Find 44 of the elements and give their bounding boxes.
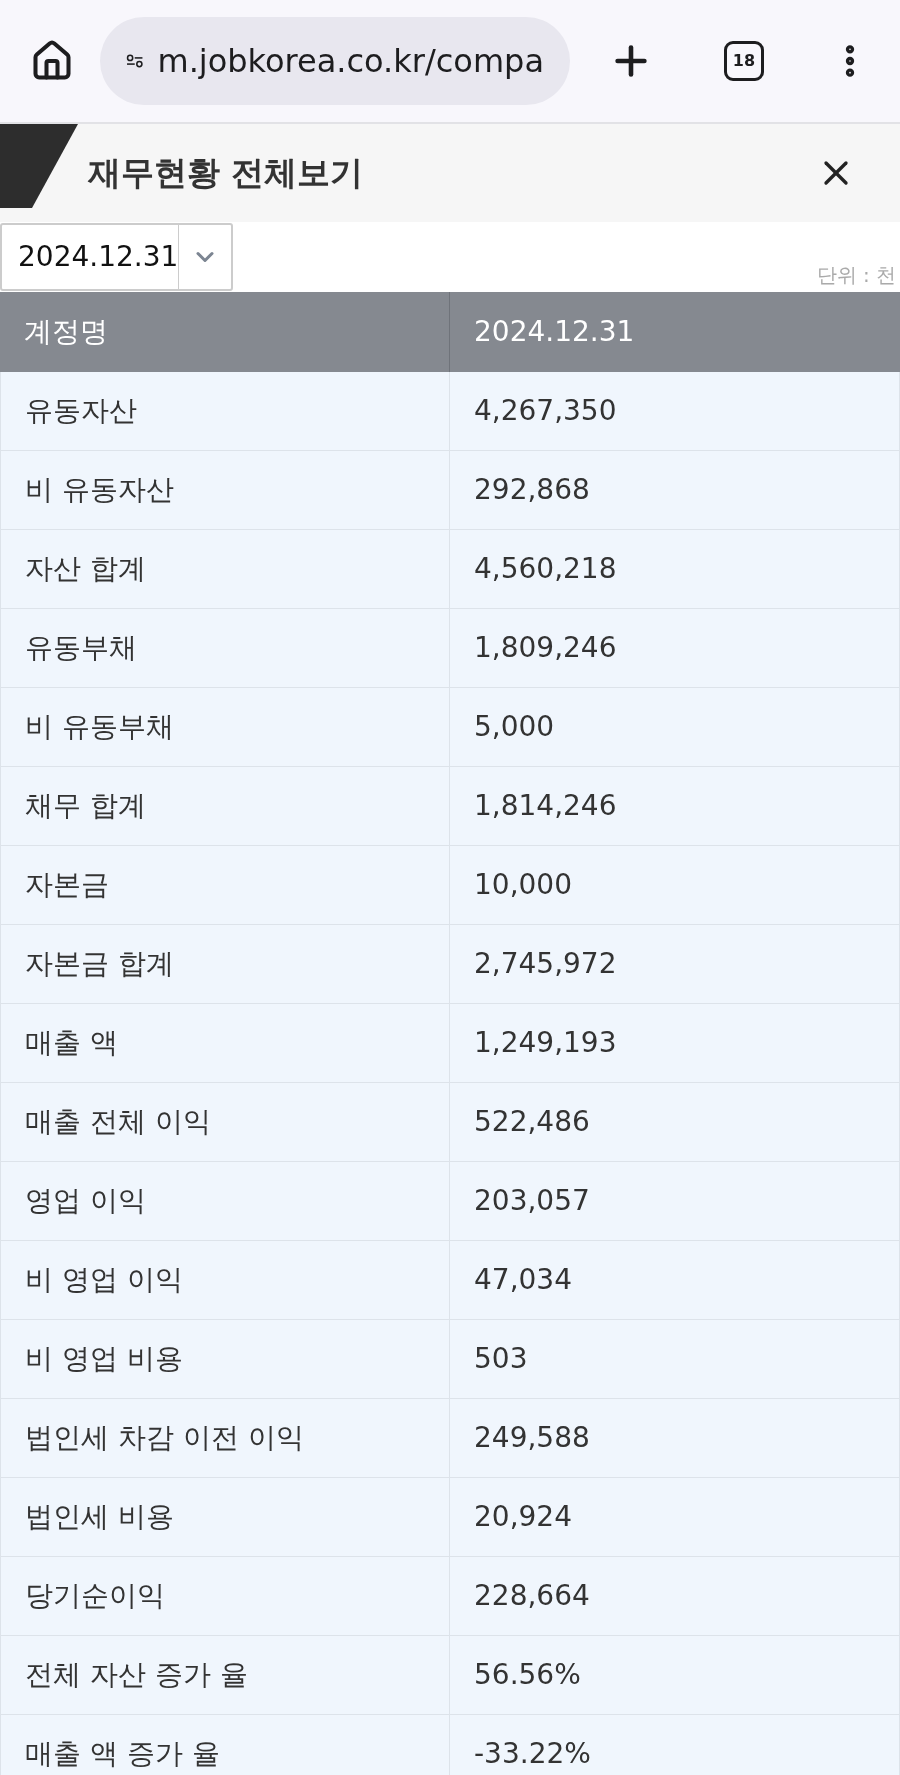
table-cell: 2,745,972 <box>450 925 900 1004</box>
table-cell: 522,486 <box>450 1083 900 1162</box>
table-cell: 1,249,193 <box>450 1004 900 1083</box>
table-cell: 203,057 <box>450 1162 900 1241</box>
table-cell: 비 유동자산 <box>0 451 450 530</box>
table-cell: 47,034 <box>450 1241 900 1320</box>
table-cell: 1,809,246 <box>450 609 900 688</box>
table-cell: 4,267,350 <box>450 372 900 451</box>
table-cell: 503 <box>450 1320 900 1399</box>
table-cell: -33.22% <box>450 1715 900 1775</box>
table-cell: 당기순이익 <box>0 1557 450 1636</box>
table-cell: 법인세 비용 <box>0 1478 450 1557</box>
table-cell: 법인세 차감 이전 이익 <box>0 1399 450 1478</box>
table-cell: 비 영업 이익 <box>0 1241 450 1320</box>
table-cell: 매출 액 증가 율 <box>0 1715 450 1775</box>
table-cell: 비 유동부채 <box>0 688 450 767</box>
table-cell: 자산 합계 <box>0 530 450 609</box>
url-text: m.jobkorea.co.kr/compa <box>157 41 544 82</box>
table-cell: 매출 전체 이익 <box>0 1083 450 1162</box>
table-cell: 유동자산 <box>0 372 450 451</box>
home-icon[interactable] <box>30 39 74 83</box>
table-cell: 1,814,246 <box>450 767 900 846</box>
table-cell: 228,664 <box>450 1557 900 1636</box>
table-cell: 영업 이익 <box>0 1162 450 1241</box>
unit-label: 단위 : 천 <box>816 262 896 289</box>
table-cell: 자본금 합계 <box>0 925 450 1004</box>
column-header: 2024.12.31 <box>450 292 900 372</box>
table-cell: 전체 자산 증가 율 <box>0 1636 450 1715</box>
table-cell: 유동부채 <box>0 609 450 688</box>
table-cell: 56.56% <box>450 1636 900 1715</box>
table-cell: 10,000 <box>450 846 900 925</box>
tab-count-button[interactable]: 18 <box>724 41 764 81</box>
table-cell: 자본금 <box>0 846 450 925</box>
column-header: 계정명 <box>0 292 450 372</box>
address-bar[interactable]: m.jobkorea.co.kr/compa <box>100 17 570 105</box>
table-cell: 매출 액 <box>0 1004 450 1083</box>
table-cell: 4,560,218 <box>450 530 900 609</box>
table-cell: 채무 합계 <box>0 767 450 846</box>
page-title: 재무현황 전체보기 <box>88 152 364 195</box>
table-cell: 5,000 <box>450 688 900 767</box>
table-cell: 20,924 <box>450 1478 900 1557</box>
table-cell: 249,588 <box>450 1399 900 1478</box>
table-cell: 비 영업 비용 <box>0 1320 450 1399</box>
table-cell: 292,868 <box>450 451 900 530</box>
